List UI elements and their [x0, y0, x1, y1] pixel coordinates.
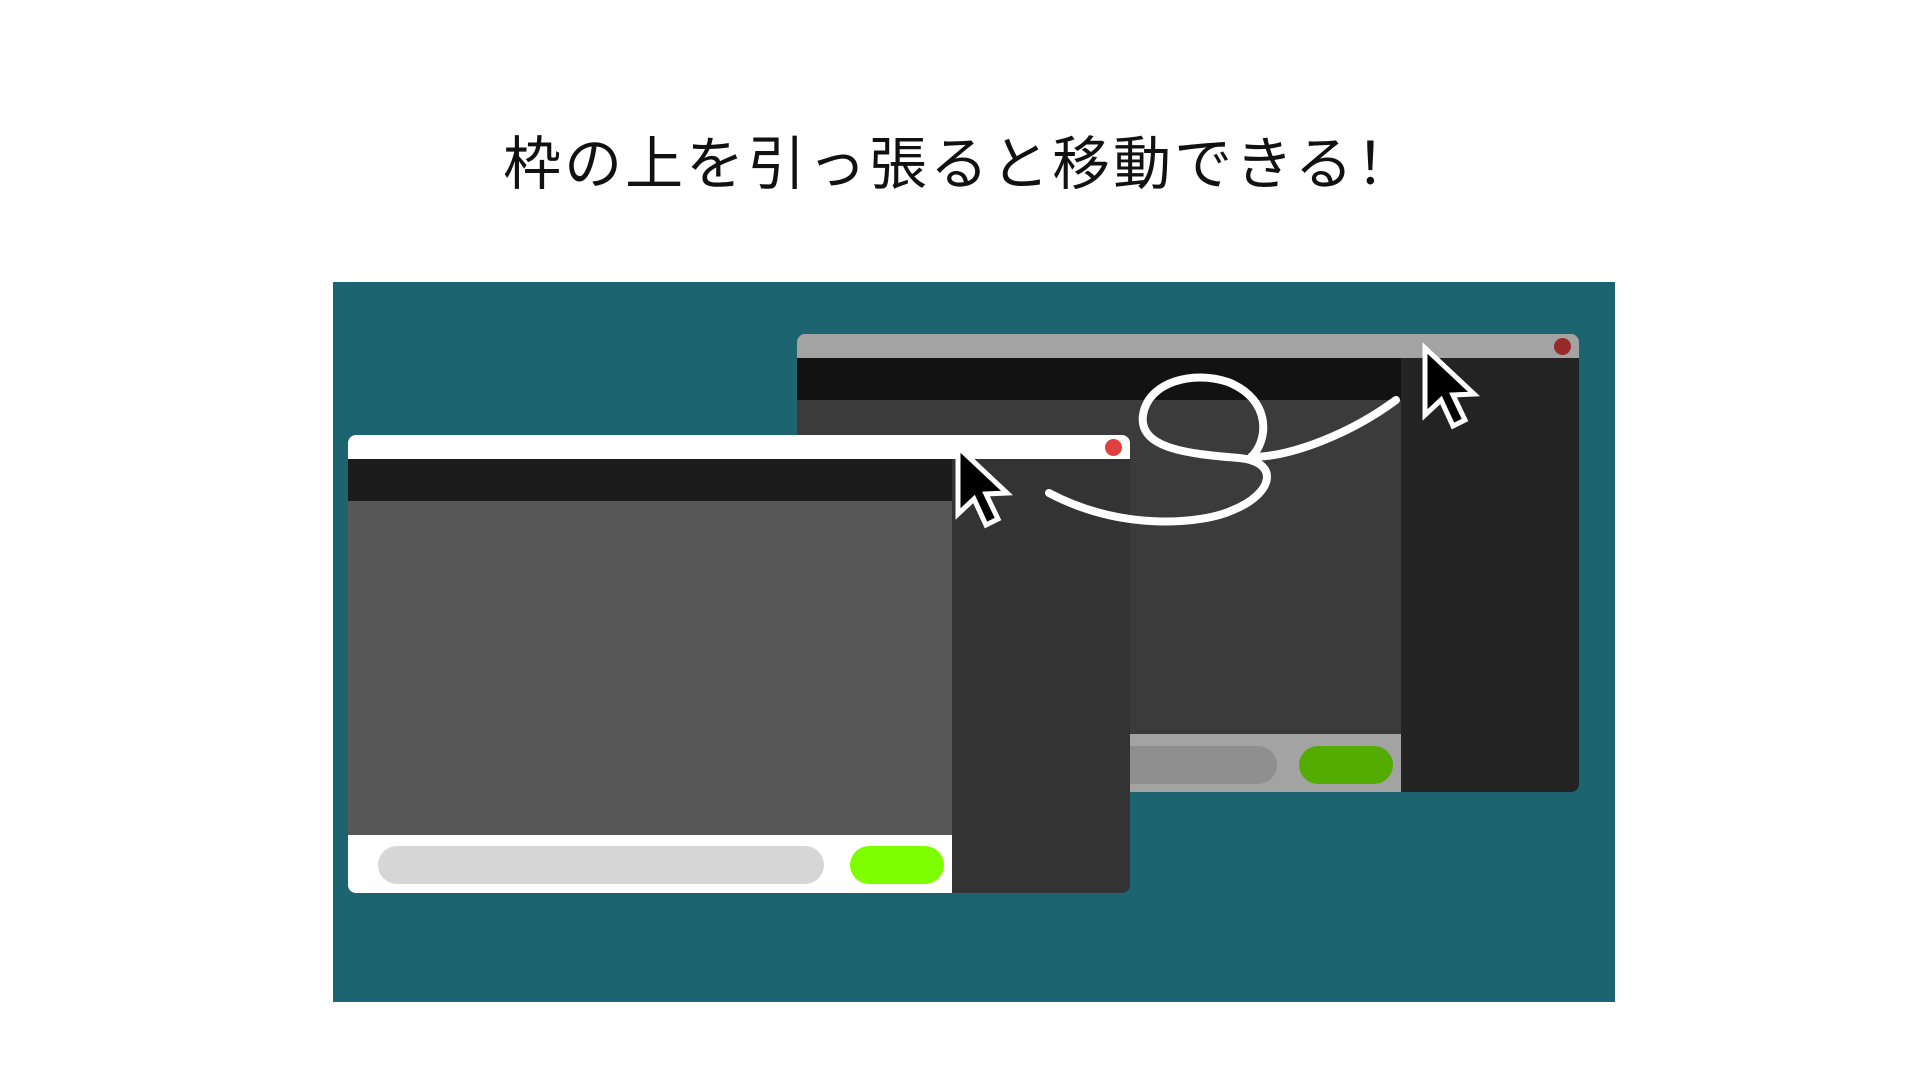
- mouse-pointer-icon: [955, 441, 1014, 529]
- caption-title: 枠の上を引っ張ると移動できる！: [503, 130, 1417, 198]
- drag-path: [1045, 373, 1400, 526]
- drag-illustration: [955, 342, 1481, 529]
- desktop-panel: [333, 282, 1615, 1002]
- mouse-pointer-icon: [1422, 342, 1481, 430]
